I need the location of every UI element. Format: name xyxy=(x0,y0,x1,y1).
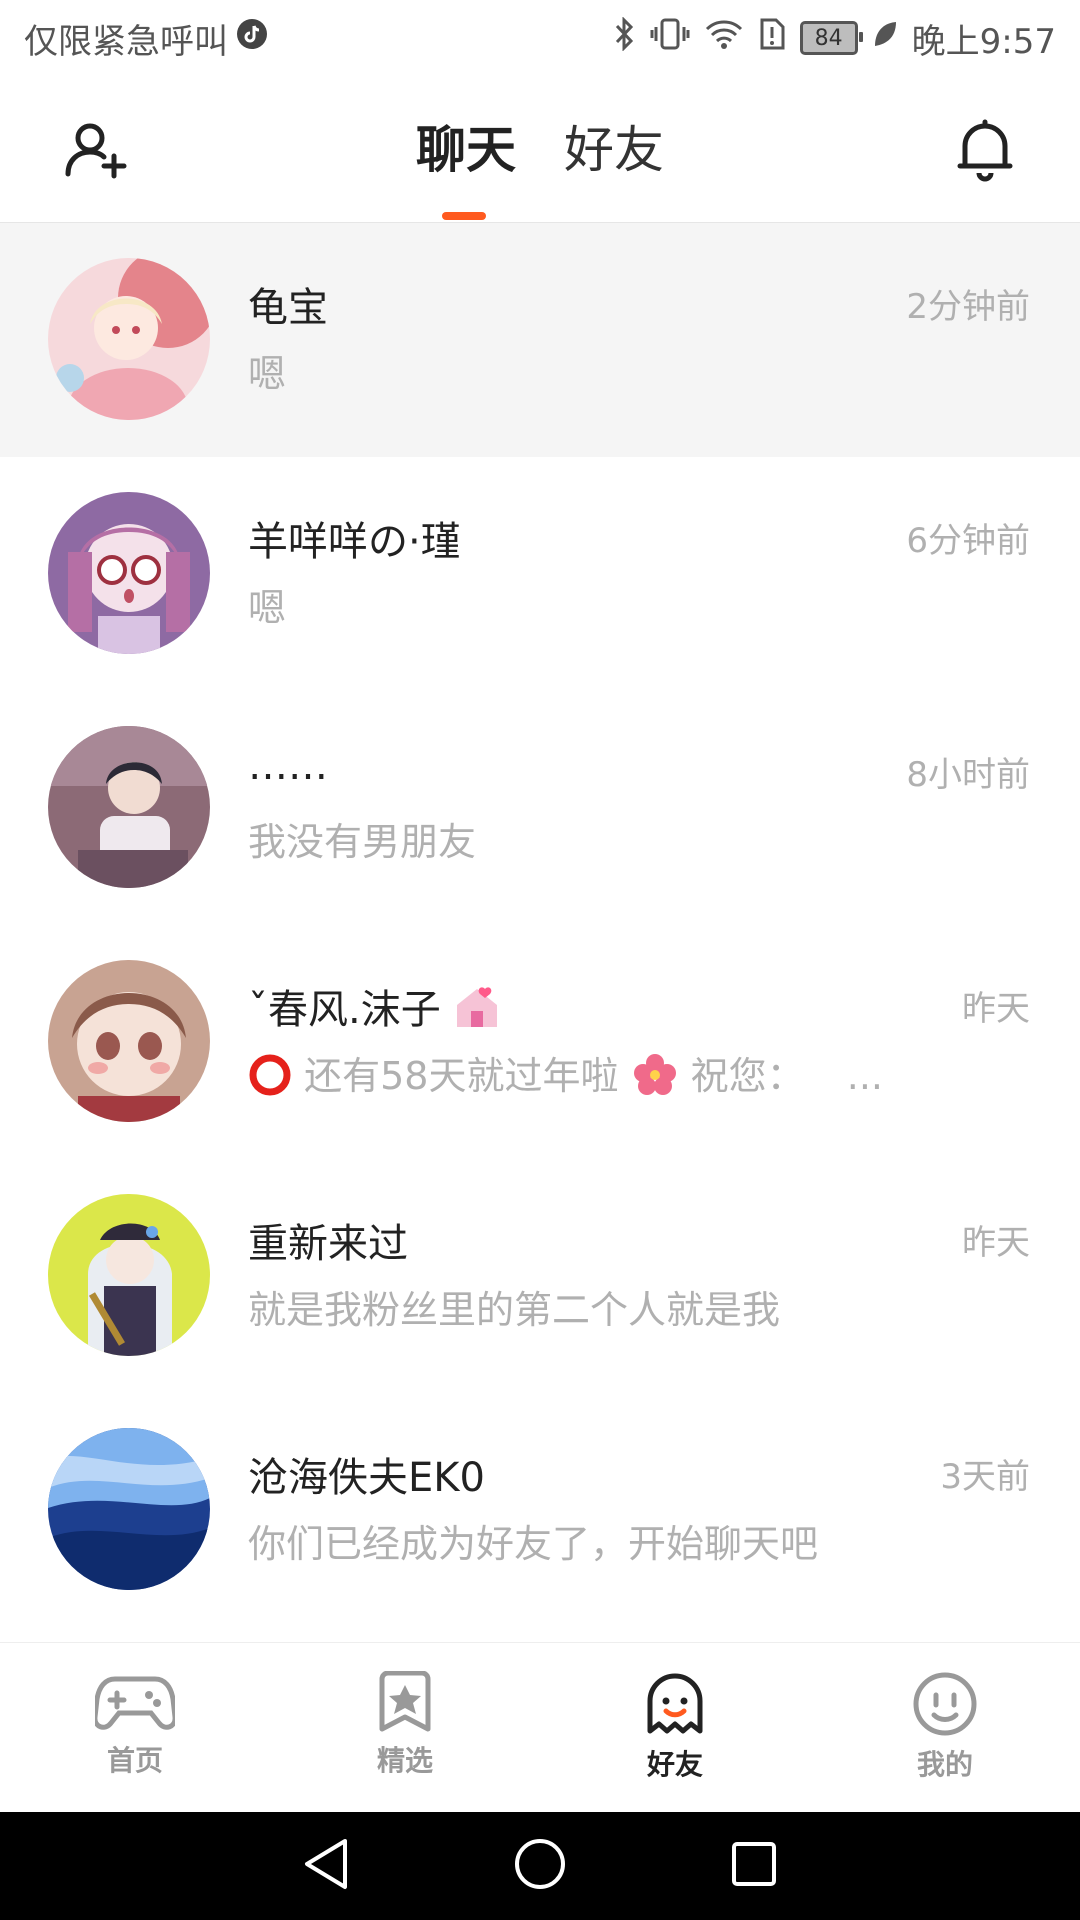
chat-name: 龟宝 xyxy=(248,285,328,331)
nav-home[interactable]: 首页 xyxy=(0,1643,270,1813)
clock-time: 晚上9:57 xyxy=(911,21,1056,62)
system-nav-bar xyxy=(0,1812,1080,1920)
nav-featured[interactable]: 精选 xyxy=(270,1643,540,1813)
chat-preview: 还有58天就过年啦 祝您： ... xyxy=(248,1045,883,1100)
header-tabs: 聊天 好友 xyxy=(0,110,1080,182)
chat-preview-tail: 祝您： xyxy=(690,1054,805,1098)
status-bar: 仅限紧急呼叫 84 晚上9:57 xyxy=(0,0,1080,76)
avatar[interactable] xyxy=(48,1428,210,1590)
nav-label: 精选 xyxy=(376,1744,433,1777)
home-circle-icon[interactable] xyxy=(513,1837,567,1895)
avatar[interactable] xyxy=(48,492,210,654)
avatar[interactable] xyxy=(48,960,210,1122)
notifications-button[interactable] xyxy=(950,114,1020,184)
house-emoji-icon xyxy=(453,987,501,1033)
chat-row[interactable]: 龟宝 嗯 2分钟前 xyxy=(0,223,1080,457)
chat-preview-text: 还有58天就过年啦 xyxy=(304,1054,619,1098)
nav-label: 首页 xyxy=(106,1744,163,1777)
chat-preview-ellipsis: ... xyxy=(846,1054,883,1098)
chat-preview: 嗯 xyxy=(248,352,287,396)
chat-row[interactable]: ˇ春风.沫子 还有58天就过年啦 祝您： ... 昨天 xyxy=(0,925,1080,1159)
nav-label: 我的 xyxy=(916,1748,973,1781)
chat-time: 8小时前 xyxy=(906,755,1030,795)
vibrate-icon xyxy=(650,17,690,60)
chat-time: 昨天 xyxy=(962,1223,1030,1263)
smiley-face-icon xyxy=(913,1672,977,1736)
leaf-icon xyxy=(872,18,898,58)
ghost-icon xyxy=(647,1673,703,1734)
chat-list: 龟宝 嗯 2分钟前 羊咩咩の·瑾 嗯 6分钟前 …… 我没有男朋友 8小时前 ˇ… xyxy=(0,223,1080,1627)
bottom-nav: 首页 精选 好友 我的 xyxy=(0,1642,1080,1813)
chat-preview: 你们已经成为好友了，开始聊天吧 xyxy=(248,1522,819,1566)
tab-indicator xyxy=(442,212,486,220)
chat-time: 6分钟前 xyxy=(906,521,1030,561)
chat-time: 昨天 xyxy=(962,989,1030,1029)
status-left: 仅限紧急呼叫 xyxy=(24,14,268,63)
chat-row[interactable]: 重新来过 就是我粉丝里的第二个人就是我 昨天 xyxy=(0,1159,1080,1393)
wifi-icon xyxy=(704,17,744,60)
nav-label: 好友 xyxy=(644,1743,706,1787)
chat-name: 重新来过 xyxy=(248,1221,408,1267)
nav-friends[interactable]: 好友 xyxy=(540,1643,810,1813)
carrier-text: 仅限紧急呼叫 xyxy=(24,21,228,62)
chat-preview: 嗯 xyxy=(248,586,287,630)
tiktok-icon xyxy=(236,18,268,59)
chat-name-text: ˇ春风.沫子 xyxy=(248,987,441,1033)
sim-alert-icon xyxy=(758,17,786,60)
avatar[interactable] xyxy=(48,1194,210,1356)
tab-chat[interactable]: 聊天 xyxy=(416,110,516,182)
back-icon[interactable] xyxy=(301,1837,351,1895)
gamepad-icon xyxy=(95,1676,175,1730)
bell-icon xyxy=(957,119,1013,182)
header: 聊天 好友 xyxy=(0,76,1080,223)
tab-friends[interactable]: 好友 xyxy=(564,110,664,182)
battery-indicator: 84 xyxy=(799,21,863,55)
avatar[interactable] xyxy=(48,258,210,420)
chat-preview: 就是我粉丝里的第二个人就是我 xyxy=(248,1288,781,1332)
status-right: 84 晚上9:57 xyxy=(614,14,1056,63)
chat-time: 3天前 xyxy=(940,1457,1030,1497)
chat-row[interactable]: …… 我没有男朋友 8小时前 xyxy=(0,691,1080,925)
chat-name: 羊咩咩の·瑾 xyxy=(248,519,461,565)
chat-row[interactable]: 沧海佚夫EK0 你们已经成为好友了，开始聊天吧 3天前 xyxy=(0,1393,1080,1627)
avatar[interactable] xyxy=(48,726,210,888)
chat-preview: 我没有男朋友 xyxy=(248,820,477,864)
chat-name: …… xyxy=(248,743,328,789)
chat-time: 2分钟前 xyxy=(906,287,1030,327)
chat-name: ˇ春风.沫子 xyxy=(248,977,501,1035)
recents-square-icon[interactable] xyxy=(729,1839,779,1893)
chat-name: 沧海佚夫EK0 xyxy=(248,1455,485,1501)
star-bookmark-icon xyxy=(379,1671,431,1732)
chat-row[interactable]: 羊咩咩の·瑾 嗯 6分钟前 xyxy=(0,457,1080,691)
nav-me[interactable]: 我的 xyxy=(810,1643,1080,1813)
red-circle-emoji-icon xyxy=(248,1054,304,1098)
hibiscus-emoji-icon xyxy=(631,1054,691,1098)
bluetooth-icon xyxy=(614,15,636,60)
